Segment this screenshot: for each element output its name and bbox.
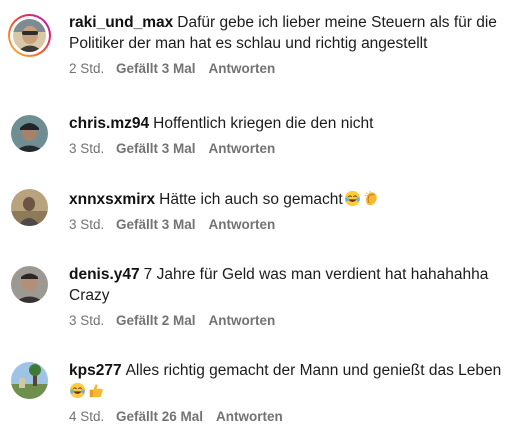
comment-text: chris.mz94 Hoffentlich kriegen die den ni… bbox=[69, 115, 374, 132]
comment-likes[interactable]: Gefällt 2 Mal bbox=[116, 312, 196, 330]
avatar[interactable] bbox=[11, 115, 48, 152]
comment-username[interactable]: xnnxsxmirx bbox=[69, 191, 155, 208]
comment-time: 3 Std. bbox=[69, 141, 105, 156]
comment-username[interactable]: raki_und_max bbox=[69, 14, 173, 31]
reply-button[interactable]: Antworten bbox=[216, 408, 283, 426]
tears-of-joy-emoji bbox=[344, 190, 360, 207]
comment-likes[interactable]: Gefällt 26 Mal bbox=[116, 408, 203, 426]
comment-text: raki_und_max Dafür gebe ich lieber meine … bbox=[69, 14, 497, 52]
avatar[interactable] bbox=[11, 362, 48, 399]
comment-time: 3 Std. bbox=[69, 217, 105, 232]
comment-username[interactable]: chris.mz94 bbox=[69, 115, 149, 132]
comment-text: xnnxsxmirx Hätte ich auch so gemacht bbox=[69, 189, 519, 210]
comment-username[interactable]: kps277 bbox=[69, 362, 122, 379]
comment-meta: 3 Std. Gefällt 3 Mal Antworten bbox=[69, 216, 519, 234]
reply-button[interactable]: Antworten bbox=[209, 140, 276, 158]
comment-meta: 3 Std. Gefällt 2 Mal Antworten bbox=[69, 312, 519, 330]
avatar[interactable] bbox=[11, 266, 48, 303]
avatar[interactable] bbox=[11, 189, 48, 226]
comment-meta: 4 Std. Gefällt 26 Mal Antworten bbox=[69, 408, 519, 426]
comment-likes[interactable]: Gefällt 3 Mal bbox=[116, 216, 196, 234]
avatar[interactable] bbox=[8, 14, 51, 57]
comment-time: 3 Std. bbox=[69, 313, 105, 328]
comment-meta: 3 Std. Gefällt 3 Mal Antworten bbox=[69, 140, 519, 158]
reply-button[interactable]: Antworten bbox=[209, 216, 276, 234]
clapping-hands-emoji bbox=[364, 190, 377, 206]
comment-username[interactable]: denis.y47 bbox=[69, 266, 140, 283]
comment-text: denis.y47 7 Jahre für Geld was man verdie… bbox=[69, 266, 489, 304]
comment-list: raki_und_max Dafür gebe ich lieber meine … bbox=[0, 0, 527, 437]
thumbs-up-emoji bbox=[89, 384, 103, 398]
comment-meta: 2 Std. Gefällt 3 Mal Antworten bbox=[69, 60, 519, 78]
comment-text: kps277 Alles richtig gemacht der Mann und… bbox=[69, 360, 519, 402]
comment-time: 2 Std. bbox=[69, 61, 105, 76]
comment-time: 4 Std. bbox=[69, 409, 105, 424]
comment-likes[interactable]: Gefällt 3 Mal bbox=[116, 60, 196, 78]
tears-of-joy-emoji bbox=[69, 382, 86, 399]
comment-likes[interactable]: Gefällt 3 Mal bbox=[116, 140, 196, 158]
reply-button[interactable]: Antworten bbox=[209, 312, 276, 330]
reply-button[interactable]: Antworten bbox=[209, 60, 276, 78]
